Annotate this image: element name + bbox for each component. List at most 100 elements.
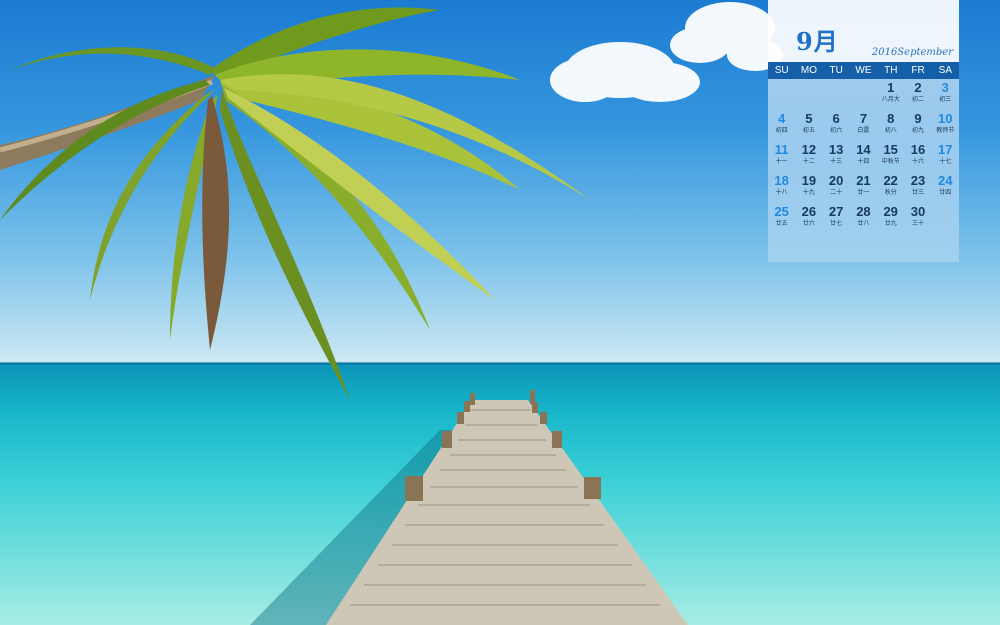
calendar-day-cell: 18 十八 bbox=[768, 173, 795, 204]
calendar-day-cell: 30 三十 bbox=[904, 204, 931, 235]
calendar-month-label: 9月 bbox=[796, 27, 839, 56]
calendar-lunar-label: 廿七 bbox=[830, 220, 843, 227]
weekday-we: WE bbox=[855, 65, 872, 76]
calendar-day-cell: 8 初八 bbox=[877, 111, 904, 142]
calendar-day-cell: 28 廿八 bbox=[850, 204, 877, 235]
calendar-day-number: 26 bbox=[801, 204, 817, 219]
calendar-header: 9月 2016September bbox=[768, 0, 959, 62]
calendar-lunar-label: 秋分 bbox=[884, 189, 897, 196]
calendar-day-cell: 5 初五 bbox=[795, 111, 822, 142]
calendar-lunar-label: 二十 bbox=[830, 189, 843, 196]
calendar-day-number: 11 bbox=[774, 142, 789, 157]
calendar-week-row: 18 十八 19 十九 20 二十 21 廿一 22 秋分 23 廿三 24 廿四 bbox=[768, 173, 959, 204]
calendar-day-number: 28 bbox=[856, 204, 871, 219]
weekday-fr: FR bbox=[911, 65, 925, 76]
calendar-lunar-label: 初三 bbox=[939, 96, 952, 103]
calendar-day-cell: 22 秋分 bbox=[877, 173, 904, 204]
calendar-day-cell: 13 十三 bbox=[823, 142, 850, 173]
calendar-widget: 9月 2016September SU MO TU WE TH FR SA 1八… bbox=[768, 0, 959, 262]
calendar-day-cell: 17 十七 bbox=[932, 142, 959, 173]
calendar-day-cell: 14 十四 bbox=[850, 142, 877, 173]
calendar-day-cell: 21 廿一 bbox=[850, 173, 877, 204]
calendar-day-cell: 4 初四 bbox=[768, 111, 795, 142]
calendar-lunar-label: 白露 bbox=[857, 127, 870, 134]
calendar-day-number: 3 bbox=[941, 80, 949, 95]
weekday-sa: SA bbox=[938, 65, 952, 76]
calendar-empty-cell bbox=[823, 80, 850, 111]
calendar-day-cell: 25 廿五 bbox=[768, 204, 795, 235]
calendar-day-cell: 19 十九 bbox=[795, 173, 822, 204]
calendar-lunar-label: 三十 bbox=[911, 220, 924, 227]
calendar-day-cell: 11 十一 bbox=[768, 142, 795, 173]
calendar-lunar-label: 初四 bbox=[775, 127, 788, 134]
calendar-day-number: 20 bbox=[828, 173, 844, 188]
calendar-lunar-label: 中秋节 bbox=[881, 158, 900, 165]
calendar-lunar-label: 廿四 bbox=[939, 189, 952, 196]
calendar-day-number: 30 bbox=[910, 204, 926, 219]
calendar-day-cell: 2 初二 bbox=[904, 80, 931, 111]
calendar-empty-cell bbox=[768, 80, 795, 111]
calendar-day-number: 19 bbox=[801, 173, 817, 188]
calendar-day-number: 16 bbox=[910, 142, 926, 157]
calendar-day-number: 23 bbox=[910, 173, 926, 188]
weekday-tu: TU bbox=[829, 65, 843, 76]
calendar-day-number: 1 bbox=[887, 80, 895, 95]
calendar-lunar-label: 初二 bbox=[911, 96, 924, 103]
calendar-lunar-label: 十六 bbox=[911, 158, 924, 165]
calendar-day-number: 18 bbox=[774, 173, 789, 188]
calendar-day-cell: 15 中秋节 bbox=[877, 142, 904, 173]
calendar-day-cell: 16 十六 bbox=[904, 142, 931, 173]
calendar-day-cell: 29 廿九 bbox=[877, 204, 904, 235]
calendar-lunar-label: 十八 bbox=[775, 189, 788, 196]
weekday-th: TH bbox=[884, 65, 898, 76]
calendar-lunar-label: 廿六 bbox=[802, 220, 815, 227]
calendar-day-cell: 6 初六 bbox=[823, 111, 850, 142]
calendar-day-cell: 3 初三 bbox=[932, 80, 959, 111]
calendar-lunar-label: 教师节 bbox=[936, 127, 955, 134]
calendar-day-number: 24 bbox=[937, 173, 953, 188]
calendar-day-number: 15 bbox=[883, 142, 898, 157]
calendar-lunar-label: 十七 bbox=[939, 158, 952, 165]
calendar-day-number: 27 bbox=[828, 204, 844, 219]
calendar-lunar-label: 初八 bbox=[884, 127, 897, 134]
calendar-week-row: 4 初四 5 初五 6 初六 7 白露 8 初八 9 初九 10 教师节 bbox=[768, 111, 959, 142]
calendar-day-cell: 24 廿四 bbox=[932, 173, 959, 204]
calendar-lunar-label: 廿三 bbox=[911, 189, 924, 196]
calendar-empty-cell bbox=[932, 204, 959, 235]
calendar-empty-cell bbox=[850, 80, 877, 111]
calendar-lunar-label: 十四 bbox=[857, 158, 870, 165]
calendar-day-cell: 9 初九 bbox=[904, 111, 931, 142]
calendar-day-cell: 20 二十 bbox=[823, 173, 850, 204]
calendar-day-number: 4 bbox=[778, 111, 786, 126]
calendar-day-cell: 23 廿三 bbox=[904, 173, 931, 204]
calendar-weekday-bar: SU MO TU WE TH FR SA bbox=[768, 62, 959, 79]
calendar-day-number: 13 bbox=[828, 142, 844, 157]
calendar-day-number: 25 bbox=[774, 204, 789, 219]
calendar-day-number: 5 bbox=[805, 111, 813, 126]
weekday-su: SU bbox=[774, 65, 789, 76]
calendar-day-number: 10 bbox=[937, 111, 953, 126]
calendar-day-number: 12 bbox=[801, 142, 817, 157]
calendar-lunar-label: 初六 bbox=[830, 127, 843, 134]
calendar-lunar-label: 初九 bbox=[911, 127, 924, 134]
calendar-day-cell: 7 白露 bbox=[850, 111, 877, 142]
calendar-day-number: 9 bbox=[914, 111, 922, 126]
calendar-lunar-label: 廿九 bbox=[884, 220, 897, 227]
calendar-day-number: 22 bbox=[883, 173, 898, 188]
calendar-lunar-label: 八月大 bbox=[881, 96, 900, 103]
calendar-lunar-label: 十一 bbox=[775, 158, 788, 165]
calendar-week-row: 25 廿五 26 廿六 27 廿七 28 廿八 29 廿九 30 三十 bbox=[768, 204, 959, 235]
calendar-day-number: 14 bbox=[856, 142, 871, 157]
calendar-lunar-label: 十二 bbox=[802, 158, 815, 165]
calendar-day-number: 6 bbox=[832, 111, 840, 126]
calendar-week-row: 11 十一 12 十二 13 十三 14 十四 15 中秋节 16 十六 17 十七 bbox=[768, 142, 959, 173]
calendar-day-cell: 26 廿六 bbox=[795, 204, 822, 235]
calendar-day-cell: 27 廿七 bbox=[823, 204, 850, 235]
calendar-day-number: 29 bbox=[883, 204, 898, 219]
calendar-day-number: 17 bbox=[937, 142, 953, 157]
calendar-lunar-label: 廿八 bbox=[857, 220, 870, 227]
calendar-week-row: 1 八月大 2 初二 3 初三 bbox=[768, 80, 959, 111]
calendar-day-number: 8 bbox=[887, 111, 895, 126]
calendar-day-number: 2 bbox=[914, 80, 922, 95]
calendar-lunar-label: 初五 bbox=[802, 127, 815, 134]
